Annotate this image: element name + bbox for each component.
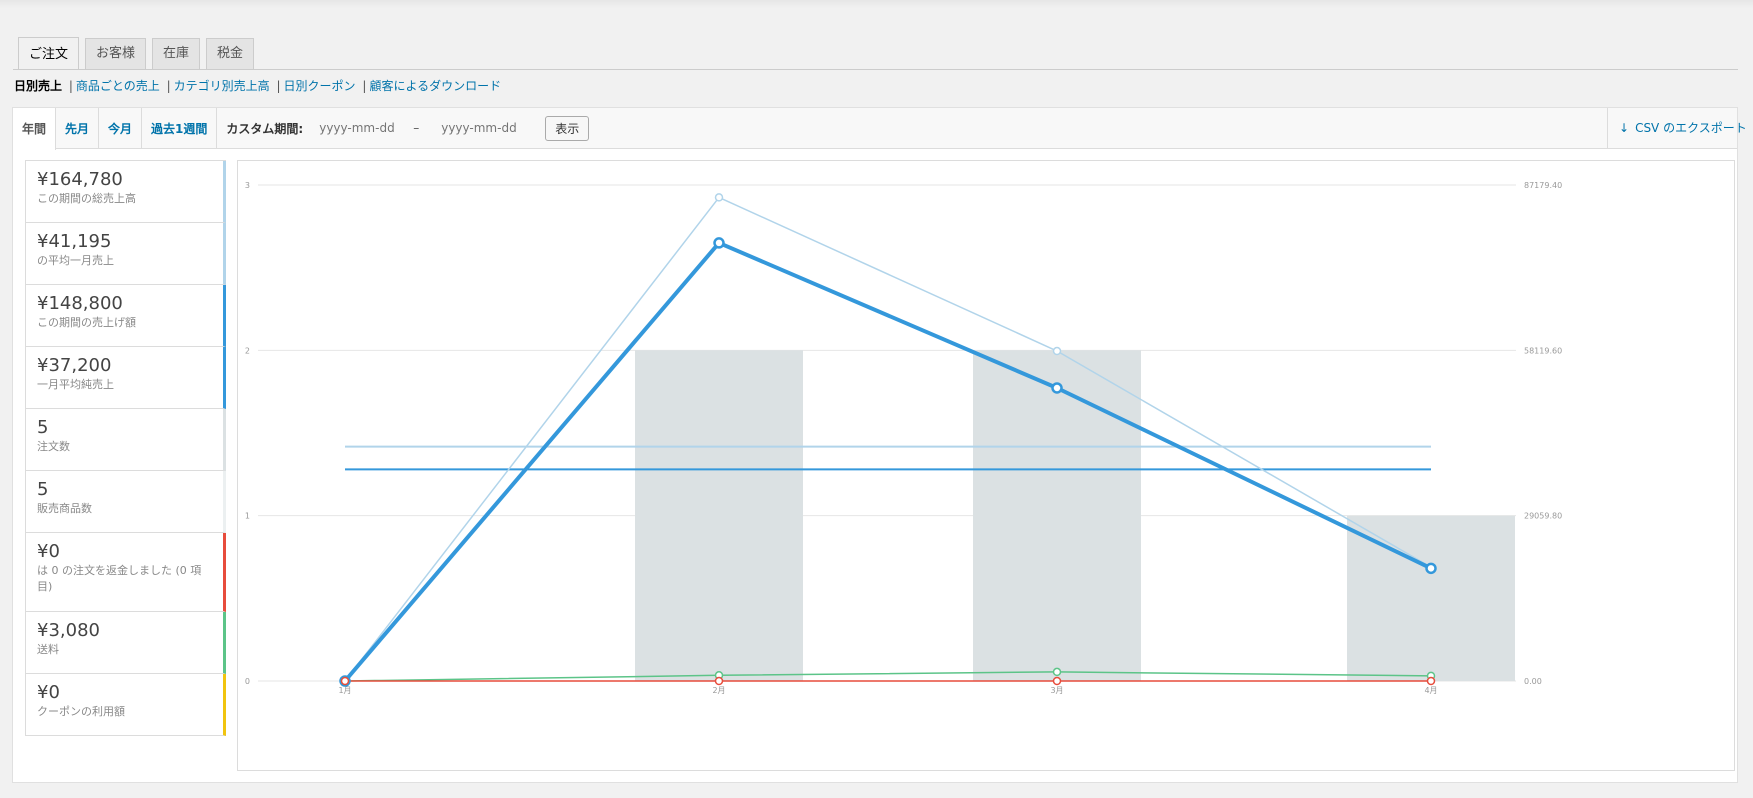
- legend-item[interactable]: ¥41,195 の平均一月売上: [25, 223, 226, 285]
- range-bar: 年間 先月 今月 過去1週間 カスタム期間: – 表示 ↓ CSV のエクスポート: [13, 108, 1747, 150]
- series-line: [344, 671, 1432, 682]
- subnav-link-sales-by-category[interactable]: カテゴリ別売上高: [174, 79, 270, 93]
- series-point: [1052, 676, 1062, 686]
- sales-chart: 0 1 2 3 0.00 29059.80 58119.60 87179.40 1月 2月 3月 4月: [237, 160, 1735, 771]
- subnav-link-coupons-by-date[interactable]: 日別クーポン: [284, 79, 356, 93]
- report-subnav: 日別売上 | 商品ごとの売上 | カテゴリ別売上高 | 日別クーポン | 顧客によるダウ…: [14, 79, 502, 93]
- legend-item[interactable]: 5 販売商品数: [25, 471, 226, 533]
- legend-item[interactable]: 5 注文数: [25, 409, 226, 471]
- tab-stock[interactable]: 在庫: [152, 38, 201, 69]
- legend-amount: ¥164,780: [37, 169, 123, 190]
- legend-item[interactable]: ¥148,800 この期間の売上げ額: [25, 285, 226, 347]
- subnav-link-sales-by-product[interactable]: 商品ごとの売上: [76, 79, 160, 93]
- series-point: [1425, 562, 1437, 575]
- subnav-current: 日別売上: [14, 79, 63, 93]
- legend-amount: ¥0: [37, 682, 60, 703]
- custom-range-label: カスタム期間:: [226, 121, 304, 136]
- x-axis-tick-label: 4月: [1424, 686, 1437, 695]
- legend-description: クーポンの利用額: [37, 705, 125, 718]
- series-point: [340, 676, 350, 686]
- series-point: [1052, 667, 1062, 677]
- right-axis-tick-label: 29059.80: [1524, 512, 1562, 521]
- tab-customers[interactable]: お客様: [85, 38, 147, 69]
- tab-orders[interactable]: ご注文: [18, 37, 80, 70]
- left-axis-tick-label: 0: [245, 677, 250, 686]
- left-axis-tick-label: 2: [245, 346, 250, 355]
- legend-amount: 5: [37, 479, 49, 500]
- legend-amount: ¥41,195: [37, 231, 112, 252]
- end-date-input[interactable]: [435, 116, 530, 140]
- x-axis-tick-label: 3月: [1050, 686, 1063, 695]
- export-csv-link[interactable]: ↓ CSV のエクスポート: [1607, 108, 1747, 149]
- series-point: [714, 193, 724, 202]
- series-point: [1052, 346, 1062, 356]
- right-axis-tick-label: 0.00: [1524, 677, 1542, 686]
- chart-legend: ¥164,780 この期間の総売上高 ¥41,195 の平均一月売上 ¥148,800 こ…: [25, 160, 226, 736]
- legend-item[interactable]: ¥164,780 この期間の総売上高: [25, 161, 226, 223]
- x-axis-tick-label: 2月: [712, 686, 725, 695]
- legend-item[interactable]: ¥37,200 一月平均純売上: [25, 347, 226, 409]
- legend-description: 販売商品数: [37, 502, 92, 515]
- legend-description: 送料: [37, 643, 59, 656]
- right-axis-tick-label: 87179.40: [1524, 181, 1562, 190]
- download-arrow-icon: ↓: [1619, 121, 1630, 135]
- series-line: [344, 196, 1432, 682]
- series-point: [1051, 382, 1063, 394]
- show-button[interactable]: 表示: [545, 115, 590, 141]
- legend-description: この期間の総売上高: [37, 192, 136, 205]
- range-tab-last-7-days[interactable]: 過去1週間: [142, 108, 218, 148]
- left-axis-tick-label: 1: [245, 512, 250, 521]
- legend-item[interactable]: ¥3,080 送料: [25, 612, 226, 674]
- top-shadow: [0, 0, 1753, 8]
- legend-description: 一月平均純売上: [37, 378, 114, 391]
- series-line: [343, 240, 1432, 683]
- range-tab-year[interactable]: 年間: [13, 108, 57, 150]
- custom-range: カスタム期間: – 表示: [217, 108, 590, 148]
- x-axis-tick-label: 1月: [338, 686, 351, 695]
- sales-chart-svg: 0 1 2 3 0.00 29059.80 58119.60 87179.40 1月 2月 3月 4月: [245, 181, 1562, 695]
- legend-amount: ¥3,080: [37, 620, 100, 641]
- range-tab-last-month[interactable]: 先月: [56, 108, 100, 148]
- legend-amount: ¥37,200: [37, 355, 112, 376]
- legend-amount: ¥148,800: [37, 293, 123, 314]
- start-date-input[interactable]: [313, 116, 408, 140]
- legend-amount: 5: [37, 417, 49, 438]
- legend-description: この期間の売上げ額: [37, 316, 136, 329]
- date-separator: –: [413, 121, 420, 135]
- legend-item[interactable]: ¥0 クーポンの利用額: [25, 674, 226, 736]
- tab-taxes[interactable]: 税金: [206, 38, 255, 69]
- legend-description: 注文数: [37, 440, 70, 453]
- bar: [973, 350, 1141, 681]
- series-point: [713, 237, 725, 249]
- tabs-divider: [13, 69, 1738, 70]
- right-axis-tick-label: 58119.60: [1524, 346, 1562, 355]
- bar: [635, 350, 803, 681]
- legend-amount: ¥0: [37, 541, 60, 562]
- export-csv-label: CSV のエクスポート: [1635, 121, 1747, 135]
- legend-item[interactable]: ¥0 は 0 の注文を返金しました (0 項目): [25, 533, 226, 612]
- subnav-link-customer-downloads[interactable]: 顧客によるダウンロード: [369, 79, 501, 93]
- report-panel: 年間 先月 今月 過去1週間 カスタム期間: – 表示 ↓ CSV のエクスポート…: [12, 107, 1747, 783]
- series-point: [714, 676, 724, 686]
- legend-description: の平均一月売上: [37, 254, 114, 267]
- main-tabs: ご注文 お客様 在庫 税金: [18, 37, 255, 70]
- legend-description: は 0 の注文を返金しました (0 項目): [37, 564, 202, 593]
- series-point: [1426, 676, 1436, 686]
- range-tab-this-month[interactable]: 今月: [99, 108, 143, 148]
- left-axis-tick-label: 3: [245, 181, 250, 190]
